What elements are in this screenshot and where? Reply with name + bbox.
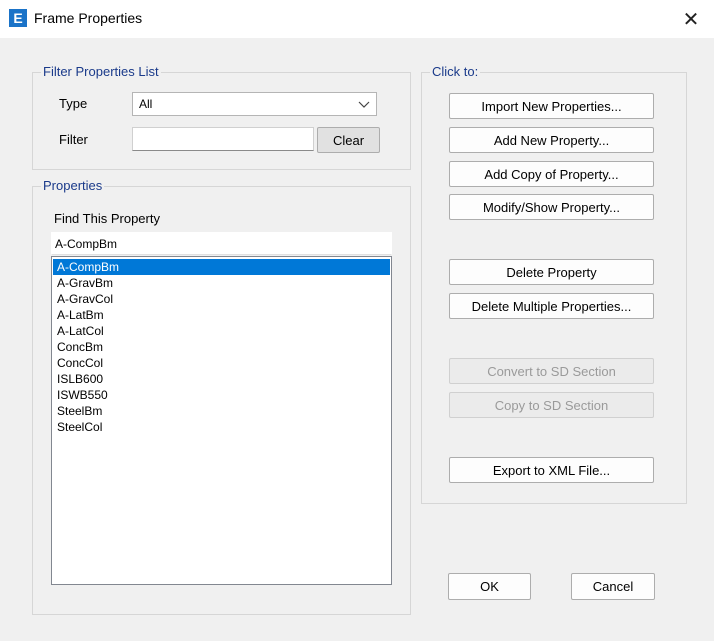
- properties-listbox[interactable]: A-CompBm A-GravBm A-GravCol A-LatBm A-LatCol…: [51, 256, 392, 585]
- type-dropdown-value: All: [139, 97, 153, 111]
- list-item[interactable]: A-LatBm: [53, 307, 390, 323]
- cancel-button[interactable]: Cancel: [571, 573, 655, 600]
- list-item[interactable]: A-CompBm: [53, 259, 390, 275]
- delete-multiple-properties-button[interactable]: Delete Multiple Properties...: [449, 293, 654, 319]
- ok-button[interactable]: OK: [448, 573, 531, 600]
- filter-input[interactable]: [132, 127, 314, 151]
- type-dropdown[interactable]: All: [132, 92, 377, 116]
- type-label: Type: [59, 96, 88, 111]
- close-icon[interactable]: ✕: [668, 0, 714, 38]
- list-item[interactable]: ISWB550: [53, 387, 390, 403]
- properties-group-label: Properties: [41, 178, 105, 193]
- list-item[interactable]: ISLB600: [53, 371, 390, 387]
- add-new-property-button[interactable]: Add New Property...: [449, 127, 654, 153]
- filter-group-label: Filter Properties List: [41, 64, 161, 79]
- list-item[interactable]: SteelBm: [53, 403, 390, 419]
- convert-to-sd-section-button[interactable]: Convert to SD Section: [449, 358, 654, 384]
- add-copy-property-button[interactable]: Add Copy of Property...: [449, 161, 654, 187]
- copy-to-sd-section-button[interactable]: Copy to SD Section: [449, 392, 654, 418]
- list-item[interactable]: A-GravBm: [53, 275, 390, 291]
- find-property-input[interactable]: A-CompBm: [51, 232, 392, 255]
- filter-label: Filter: [59, 132, 88, 147]
- find-property-value: A-CompBm: [55, 237, 118, 251]
- modify-show-property-button[interactable]: Modify/Show Property...: [449, 194, 654, 220]
- click-to-group: Click to: Import New Properties... Add N…: [421, 64, 687, 504]
- app-logo-icon: E: [9, 9, 27, 27]
- chevron-down-icon: [358, 94, 370, 117]
- window-title: Frame Properties: [34, 10, 143, 26]
- title-bar: E Frame Properties ✕: [0, 0, 714, 38]
- import-new-properties-button[interactable]: Import New Properties...: [449, 93, 654, 119]
- find-property-label: Find This Property: [54, 211, 160, 226]
- list-item[interactable]: SteelCol: [53, 419, 390, 435]
- list-item[interactable]: A-LatCol: [53, 323, 390, 339]
- list-item[interactable]: ConcCol: [53, 355, 390, 371]
- clear-button[interactable]: Clear: [317, 127, 380, 153]
- properties-group: Properties Find This Property A-CompBm A…: [32, 178, 411, 615]
- list-item[interactable]: A-GravCol: [53, 291, 390, 307]
- list-item[interactable]: ConcBm: [53, 339, 390, 355]
- click-to-label: Click to:: [430, 64, 481, 79]
- export-xml-button[interactable]: Export to XML File...: [449, 457, 654, 483]
- filter-properties-group: Filter Properties List Type All Filter C…: [32, 64, 411, 170]
- delete-property-button[interactable]: Delete Property: [449, 259, 654, 285]
